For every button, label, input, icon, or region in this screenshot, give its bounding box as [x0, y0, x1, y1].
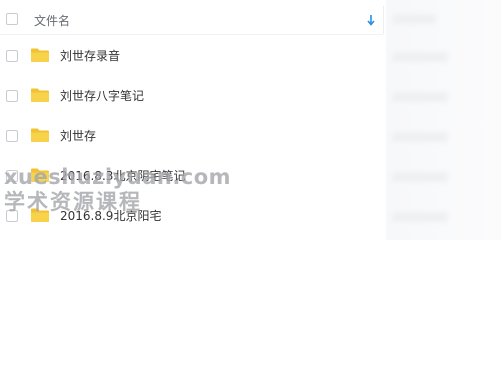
blurred-cell — [392, 14, 436, 24]
folder-icon — [31, 88, 49, 102]
file-name[interactable]: 刘世存录音 — [60, 47, 120, 64]
column-header-filename[interactable]: 文件名 — [34, 12, 70, 29]
blurred-cell — [392, 172, 448, 182]
row-checkbox[interactable] — [6, 50, 18, 62]
blurred-cell — [392, 212, 448, 222]
blurred-cell — [392, 132, 448, 142]
file-list-panel: 文件名 刘世存录音 刘世存八字笔记 刘世存 2016.8.3北京阴宅笔记 201… — [0, 0, 501, 388]
sort-descending-arrow-icon[interactable] — [367, 14, 375, 26]
row-checkbox[interactable] — [6, 210, 18, 222]
row-checkbox[interactable] — [6, 170, 18, 182]
file-row[interactable]: 刘世存录音 — [0, 36, 383, 76]
folder-icon — [31, 208, 49, 222]
file-name[interactable]: 刘世存 — [60, 127, 96, 144]
file-name[interactable]: 2016.8.9北京阳宅 — [60, 207, 161, 224]
folder-icon — [31, 48, 49, 62]
row-checkbox[interactable] — [6, 90, 18, 102]
blurred-cell — [392, 52, 448, 62]
blurred-details-column — [386, 0, 501, 240]
column-divider[interactable] — [383, 6, 384, 34]
file-row[interactable]: 2016.8.9北京阳宅 — [0, 196, 383, 236]
folder-icon — [31, 128, 49, 142]
folder-icon — [31, 168, 49, 182]
row-checkbox[interactable] — [6, 130, 18, 142]
file-row[interactable]: 刘世存八字笔记 — [0, 76, 383, 116]
file-name[interactable]: 刘世存八字笔记 — [60, 87, 144, 104]
file-row[interactable]: 2016.8.3北京阴宅笔记 — [0, 156, 383, 196]
file-name[interactable]: 2016.8.3北京阴宅笔记 — [60, 167, 185, 184]
file-list-header: 文件名 — [0, 6, 383, 35]
blurred-cell — [392, 92, 448, 102]
select-all-checkbox[interactable] — [6, 13, 18, 25]
file-row[interactable]: 刘世存 — [0, 116, 383, 156]
